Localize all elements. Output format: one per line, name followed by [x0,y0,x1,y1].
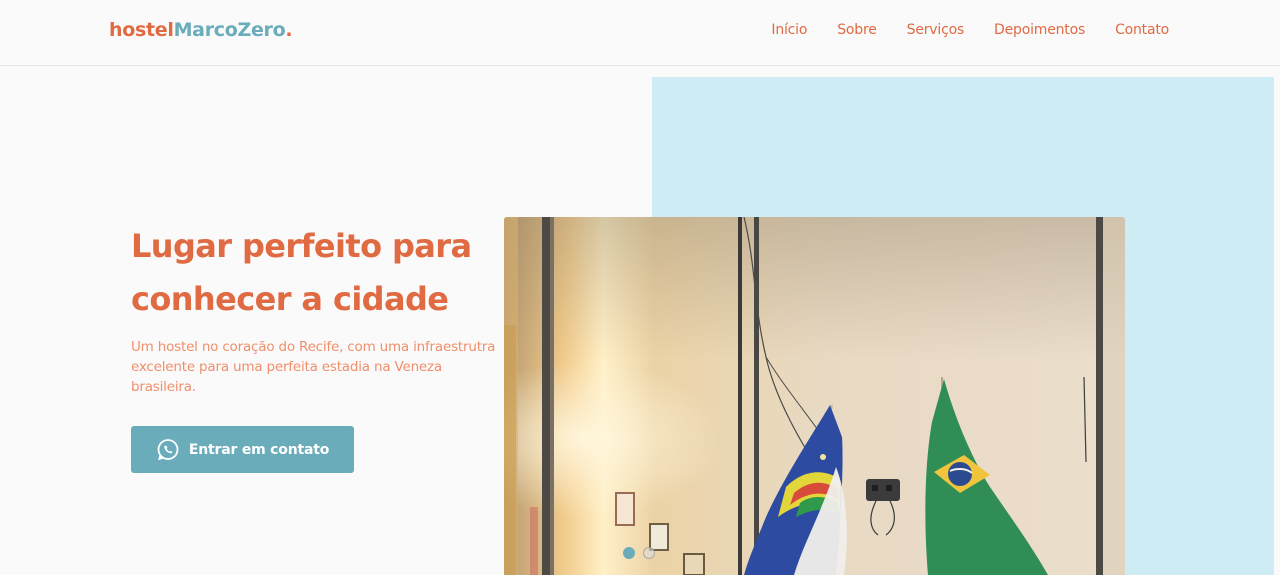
contact-button-label: Entrar em contato [188,441,330,458]
contact-button[interactable]: Entrar em contato [131,426,354,473]
whatsapp-icon [156,438,180,462]
nav-link-servicos[interactable]: Serviços [907,22,965,38]
hero-title: Lugar perfeito para conhecer a cidade [131,227,472,318]
brand-logo-dot: . [285,19,293,41]
brand-logo[interactable]: hostelMarcoZero. [109,19,293,41]
brand-logo-part-hostel: hostel [109,19,174,41]
navbar: hostelMarcoZero. Início Sobre Serviços D… [0,0,1280,66]
hero-photo [504,217,1125,575]
nav-link-inicio[interactable]: Início [771,22,807,38]
carousel-dot-2[interactable] [643,547,655,559]
brand-logo-part-marcozero: MarcoZero [173,19,286,41]
nav-link-contato[interactable]: Contato [1115,22,1169,38]
main-nav: Início Sobre Serviços Depoimentos Contat… [771,22,1169,38]
nav-link-sobre[interactable]: Sobre [837,22,877,38]
nav-link-depoimentos[interactable]: Depoimentos [994,22,1085,38]
hero-subtitle: Um hostel no coração do Recife, com uma … [131,339,496,395]
carousel-dot-1[interactable] [623,547,635,559]
carousel-indicators [623,547,655,559]
